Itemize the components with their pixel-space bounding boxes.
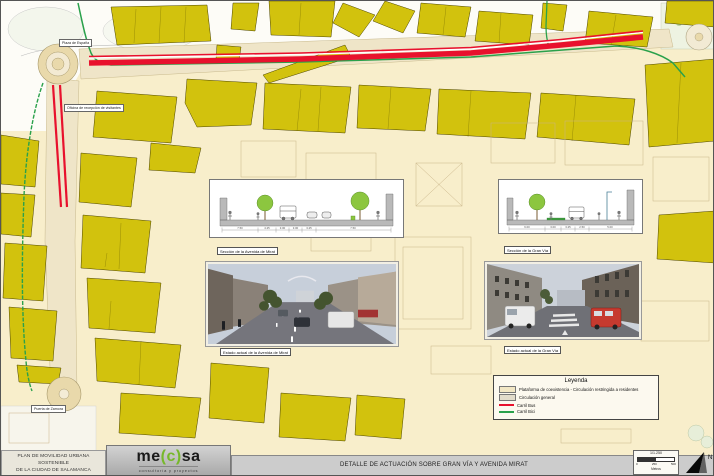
label-plaza-espana: Plaza de España (59, 39, 92, 47)
label-oficina-visitantes: Oficina de recepción de visitantes (64, 104, 124, 112)
svg-text:4.25: 4.25 (264, 226, 270, 230)
roundabout-top-right (686, 24, 712, 50)
caption-photo-granvia: Estado actual de la Gran Vía (504, 346, 561, 354)
scale-bar (637, 457, 675, 462)
mecsa-logo-wordmark: me(c)sa (137, 449, 201, 465)
roundabout-plaza-espana (38, 44, 78, 84)
photo-mirat (206, 262, 398, 346)
scale-ratio: 1/1.250 (634, 452, 678, 456)
svg-text:3.00: 3.00 (293, 226, 299, 230)
caption-section-mirat: Sección de la Avenida de Mirat (217, 247, 278, 255)
legend-swatch-general (499, 394, 516, 401)
svg-text:7.50: 7.50 (350, 226, 356, 230)
section-drawing-mirat: 7.50 4.25 3.00 3.00 3.25 7.50 (210, 180, 403, 237)
photo-granvia-scene (487, 264, 639, 337)
legend-line-bici (499, 411, 514, 413)
svg-text:5.00: 5.00 (607, 225, 613, 229)
svg-text:3.00: 3.00 (280, 226, 286, 230)
section-panel-mirat: 7.50 4.25 3.00 3.00 3.25 7.50 (209, 179, 404, 238)
label-puerta-zamora: Puerta de Zamora (31, 405, 66, 413)
bus-glyph (569, 207, 584, 220)
svg-text:3.25: 3.25 (306, 226, 312, 230)
person-glyphs (515, 211, 621, 220)
caption-section-granvia: Sección de la Gran Vía (504, 246, 551, 254)
legend-item-general: Circulación general (499, 394, 653, 401)
legend-title: Leyenda (499, 378, 653, 384)
scale-tick: 500 (671, 462, 676, 466)
north-arrow: N (680, 449, 714, 476)
legend-line-bus (499, 404, 514, 406)
sheet-title: DETALLE DE ACTUACIÓN SOBRE GRAN VÍA Y AV… (340, 462, 528, 468)
photo-mirat-scene (208, 264, 396, 344)
car-glyphs (307, 212, 331, 218)
scale-unit: Metros (634, 467, 678, 471)
svg-text:6.00: 6.00 (524, 225, 530, 229)
plan-title-line1: PLAN DE MOVILIDAD URBANA SOSTENIBLE (2, 453, 105, 467)
legend-label: Circulación general (519, 395, 555, 400)
legend-label: Carril Bici (517, 409, 535, 414)
plan-title-block: PLAN DE MOVILIDAD URBANA SOSTENIBLE DE L… (1, 450, 106, 476)
person-glyphs (228, 211, 380, 220)
scale-segment-dark (638, 458, 656, 461)
photo-granvia (485, 262, 641, 339)
scale-tick: 250 (652, 462, 657, 466)
scale-box: 1/1.250 0 250 500 Metros (633, 450, 679, 475)
plan-sheet: Plaza de España Oficina de recepción de … (0, 0, 714, 476)
scale-segment-light (656, 458, 674, 461)
scale-tick: 0 (636, 462, 638, 466)
section-drawing-granvia: 6.00 3.00 3.25 2.50 5.00 (499, 180, 642, 233)
section-panel-granvia: 6.00 3.00 3.25 2.50 5.00 (498, 179, 643, 234)
legend-swatch-coexistencia (499, 386, 516, 393)
scale-ticks: 0 250 500 (636, 462, 676, 466)
legend-label: Carril Bus (517, 403, 535, 408)
legend-item-carril-bus: Carril Bus (499, 403, 653, 408)
caption-photo-mirat: Estado actual de la Avenida de Mirat (220, 348, 291, 356)
svg-text:2.50: 2.50 (579, 225, 585, 229)
legend: Leyenda Plataforma de coexistencia - Cir… (493, 375, 659, 420)
legend-label: Plataforma de coexistencia - Circulación… (519, 387, 638, 392)
plan-title-line2: DE LA CIUDAD DE SALAMANCA (2, 467, 105, 474)
legend-item-coexistencia: Plataforma de coexistencia - Circulación… (499, 386, 653, 393)
street-lamp-glyph (607, 192, 612, 220)
mecsa-logo: me(c)sa consultoría y proyectos (106, 445, 231, 476)
north-arrow-icon: N (680, 449, 714, 476)
svg-text:3.00: 3.00 (550, 225, 556, 229)
bus-glyph (280, 206, 296, 220)
svg-text:3.25: 3.25 (565, 225, 571, 229)
svg-text:7.50: 7.50 (237, 226, 243, 230)
mecsa-logo-subtitle: consultoría y proyectos (139, 466, 199, 473)
legend-item-carril-bici: Carril Bici (499, 409, 653, 414)
svg-text:N: N (708, 455, 712, 461)
